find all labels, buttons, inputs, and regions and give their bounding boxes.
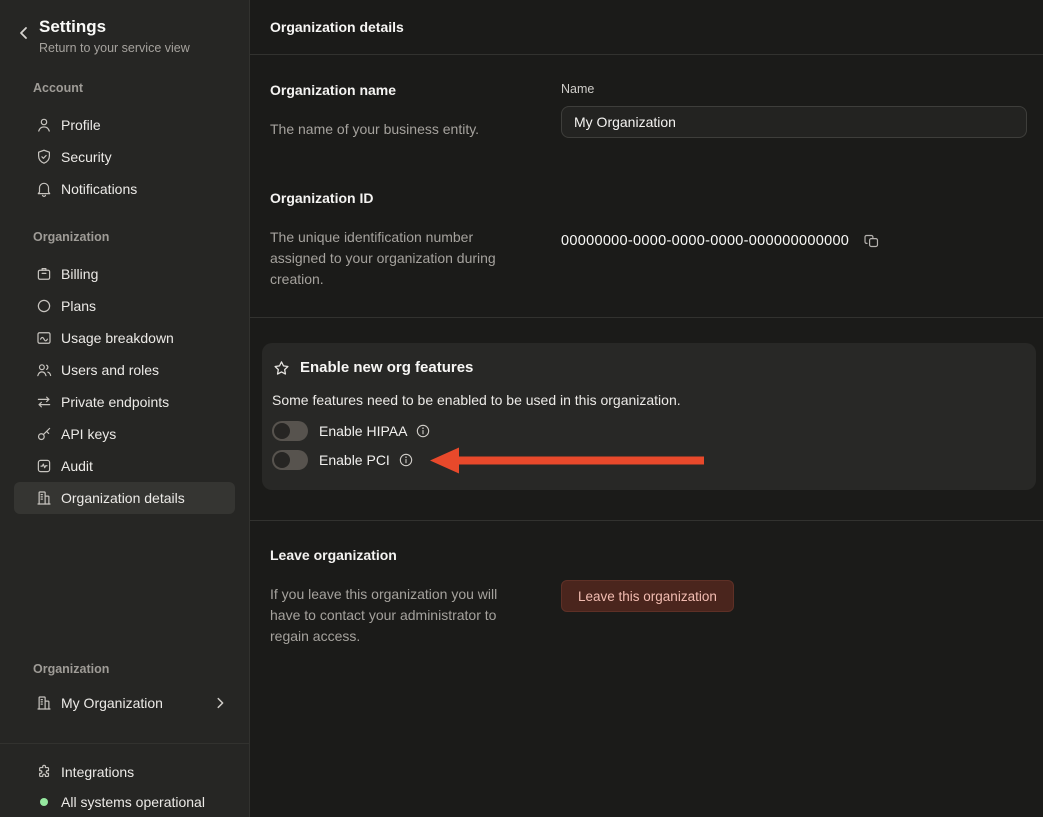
sidebar-footer: Integrations All systems operational [0, 743, 249, 817]
account-nav: Profile Security Notifications [0, 109, 249, 205]
org-id-row: Organization ID The unique identificatio… [270, 190, 1027, 290]
features-band: Enable new org features Some features ne… [250, 317, 1043, 520]
sidebar-item-label: Private endpoints [61, 394, 169, 410]
org-id-value: 00000000-0000-0000-0000-000000000000 [561, 233, 849, 249]
features-card-header: Enable new org features [272, 358, 1020, 378]
sidebar-subtitle[interactable]: Return to your service view [39, 40, 190, 56]
sidebar-item-users-and-roles[interactable]: Users and roles [14, 354, 235, 386]
sidebar-item-label: Profile [61, 117, 101, 133]
integrations-link[interactable]: Integrations [14, 757, 235, 787]
name-field-label: Name [561, 82, 1027, 97]
pci-toggle-row: Enable PCI [272, 450, 1020, 470]
sidebar-item-plans[interactable]: Plans [14, 290, 235, 322]
sidebar-item-label: Security [61, 149, 112, 165]
settings-app: Settings Return to your service view Acc… [0, 0, 1043, 817]
info-icon[interactable] [415, 423, 431, 439]
puzzle-icon [35, 763, 53, 781]
sidebar-title-block: Settings Return to your service view [39, 16, 190, 56]
org-id-value-block: 00000000-0000-0000-0000-000000000000 [561, 190, 1027, 290]
sidebar-header: Settings Return to your service view [0, 0, 249, 56]
back-chevron-icon[interactable] [16, 25, 32, 41]
pci-toggle-label: Enable PCI [319, 452, 390, 468]
sidebar-item-label: Billing [61, 266, 98, 282]
sidebar-item-notifications[interactable]: Notifications [14, 173, 235, 205]
leave-organization-button[interactable]: Leave this organization [561, 580, 734, 612]
audit-icon [35, 457, 53, 475]
org-name-info: Organization name The name of your busin… [270, 82, 520, 140]
leave-info: Leave organization If you leave this org… [270, 547, 520, 647]
sidebar-item-security[interactable]: Security [14, 141, 235, 173]
sidebar-item-profile[interactable]: Profile [14, 109, 235, 141]
main-content: Organization details Organization name T… [250, 0, 1043, 817]
circle-icon [35, 297, 53, 315]
org-name-heading: Organization name [270, 82, 520, 99]
org-name-input[interactable] [561, 106, 1027, 138]
org-switcher[interactable]: My Organization [14, 687, 235, 719]
status-label: All systems operational [61, 794, 205, 810]
sidebar-item-label: Organization details [61, 490, 185, 506]
bell-icon [35, 180, 53, 198]
user-icon [35, 116, 53, 134]
copy-button[interactable] [863, 232, 881, 250]
sidebar-item-label: Usage breakdown [61, 330, 174, 346]
arrows-icon [35, 393, 53, 411]
leave-description: If you leave this organization you will … [270, 584, 520, 647]
pci-toggle[interactable] [272, 450, 308, 470]
billing-icon [35, 265, 53, 283]
sidebar-item-label: Users and roles [61, 362, 159, 378]
sidebar-item-label: Plans [61, 298, 96, 314]
org-name-row: Organization name The name of your busin… [270, 82, 1027, 140]
users-icon [35, 361, 53, 379]
leave-action-block: Leave this organization [561, 547, 1027, 647]
hipaa-toggle-row: Enable HIPAA [272, 421, 1020, 441]
info-icon[interactable] [398, 452, 414, 468]
sidebar-title: Settings [39, 16, 190, 38]
sidebar-item-organization-details[interactable]: Organization details [14, 482, 235, 514]
chevron-right-icon [213, 696, 227, 710]
star-icon [272, 359, 291, 378]
org-switcher-value: My Organization [61, 695, 163, 711]
sidebar-item-audit[interactable]: Audit [14, 450, 235, 482]
org-details-section: Organization name The name of your busin… [250, 55, 1043, 317]
chart-icon [35, 329, 53, 347]
integrations-label: Integrations [61, 764, 134, 780]
sidebar-bottom: Organization My Organization [0, 662, 249, 719]
features-description: Some features need to be enabled to be u… [272, 391, 1020, 409]
settings-sidebar: Settings Return to your service view Acc… [0, 0, 250, 817]
sidebar-spacer [0, 514, 249, 662]
org-id-description: The unique identification number assigne… [270, 227, 520, 290]
section-label-organization: Organization [0, 230, 249, 245]
org-id-heading: Organization ID [270, 190, 520, 207]
leave-heading: Leave organization [270, 547, 520, 564]
system-status-link[interactable]: All systems operational [14, 787, 235, 817]
hipaa-toggle[interactable] [272, 421, 308, 441]
sidebar-item-label: Audit [61, 458, 93, 474]
red-arrow-annotation [430, 447, 704, 474]
page-title: Organization details [270, 19, 404, 35]
shield-icon [35, 148, 53, 166]
features-heading: Enable new org features [300, 358, 473, 378]
org-name-description: The name of your business entity. [270, 119, 520, 140]
key-icon [35, 425, 53, 443]
sidebar-item-billing[interactable]: Billing [14, 258, 235, 290]
features-card: Enable new org features Some features ne… [262, 343, 1036, 490]
leave-row: Leave organization If you leave this org… [270, 547, 1027, 647]
status-dot-icon [35, 793, 53, 811]
hipaa-toggle-label: Enable HIPAA [319, 423, 407, 439]
sidebar-item-label: Notifications [61, 181, 137, 197]
sidebar-item-label: API keys [61, 426, 116, 442]
org-name-field-block: Name [561, 82, 1027, 140]
building-icon [35, 694, 53, 712]
org-switcher-label: Organization [14, 662, 235, 677]
sidebar-item-api-keys[interactable]: API keys [14, 418, 235, 450]
sidebar-item-usage-breakdown[interactable]: Usage breakdown [14, 322, 235, 354]
building-icon [35, 489, 53, 507]
section-label-account: Account [0, 81, 249, 96]
sidebar-item-private-endpoints[interactable]: Private endpoints [14, 386, 235, 418]
copy-icon [863, 232, 881, 250]
page-header: Organization details [250, 0, 1043, 55]
organization-nav: Billing Plans Usage breakdown Users and … [0, 258, 249, 514]
leave-organization-section: Leave organization If you leave this org… [250, 520, 1043, 647]
org-id-info: Organization ID The unique identificatio… [270, 190, 520, 290]
